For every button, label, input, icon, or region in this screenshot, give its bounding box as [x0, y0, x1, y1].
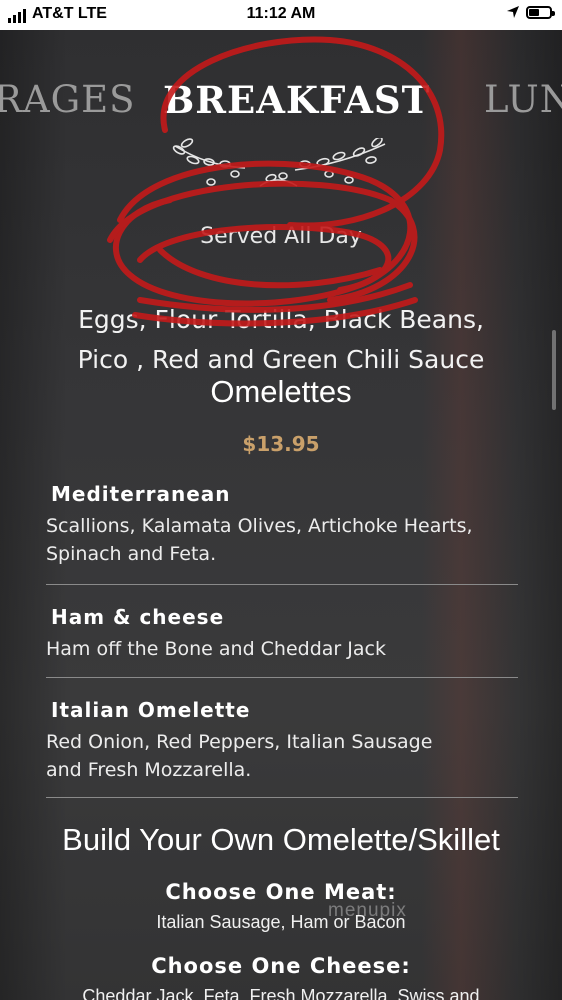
menu-item-description: Red Onion, Red Peppers, Italian Sausage … — [46, 728, 518, 784]
menu-category-tabs: RAGES BREAKFAST LUN — [0, 78, 562, 122]
meat-options: Italian Sausage, Ham or Bacon — [156, 912, 406, 932]
tab-beverages[interactable]: RAGES — [0, 78, 136, 121]
item-divider — [46, 677, 518, 678]
omelette-price: $13.95 — [242, 432, 320, 456]
status-bar: AT&T LTE 11:12 AM — [0, 0, 562, 30]
menu-item[interactable]: Ham & cheese Ham off the Bone and Chedda… — [46, 605, 518, 663]
description-line: Spinach and Feta. — [46, 543, 217, 565]
description-line: Ham off the Bone and Cheddar Jack — [46, 638, 386, 660]
cheese-options: Cheddar Jack, Feta, Fresh Mozzarella, Sw… — [82, 986, 480, 1000]
description-line: Eggs, Flour Tortilla, Black Beans, — [78, 305, 484, 334]
clock: 11:12 AM — [246, 5, 316, 22]
description-line: Scallions, Kalamata Olives, Artichoke He… — [46, 515, 473, 537]
served-all-day-label: Served All Day — [200, 224, 362, 249]
tab-breakfast[interactable]: BREAKFAST — [163, 78, 430, 122]
floral-ornament-icon — [172, 138, 386, 187]
scrollbar[interactable] — [552, 330, 556, 410]
omelette-base-description: Eggs, Flour Tortilla, Black Beans, Pico … — [0, 300, 562, 380]
meat-heading: Choose One Meat: — [165, 880, 397, 904]
menu-page[interactable]: RAGES BREAKFAST LUN Served All Day Eggs,… — [0, 30, 562, 1000]
location-arrow-icon — [507, 6, 519, 18]
cheese-heading: Choose One Cheese: — [151, 954, 411, 978]
item-divider — [46, 797, 518, 798]
menu-item-name: Italian Omelette — [51, 698, 251, 722]
watermark: menupix — [328, 900, 407, 921]
menu-item[interactable]: Italian Omelette Red Onion, Red Peppers,… — [46, 698, 518, 784]
menu-item-description: Scallions, Kalamata Olives, Artichoke He… — [46, 512, 518, 568]
build-your-own-title: Build Your Own Omelette/Skillet — [62, 822, 500, 857]
item-divider — [46, 584, 518, 585]
menu-item-description: Ham off the Bone and Cheddar Jack — [46, 635, 518, 663]
description-line: and Fresh Mozzarella. — [46, 759, 252, 781]
menu-item-name: Ham & cheese — [51, 605, 225, 629]
menu-item-name: Mediterranean — [51, 482, 231, 506]
tab-lunch[interactable]: LUN — [484, 78, 562, 121]
description-line: Red Onion, Red Peppers, Italian Sausage — [46, 731, 433, 753]
battery-icon — [526, 5, 555, 19]
section-title-omelettes: Omelettes — [210, 374, 352, 409]
menu-item[interactable]: Mediterranean Scallions, Kalamata Olives… — [46, 482, 518, 568]
status-bar-right — [506, 5, 555, 19]
battery-level — [529, 8, 539, 16]
